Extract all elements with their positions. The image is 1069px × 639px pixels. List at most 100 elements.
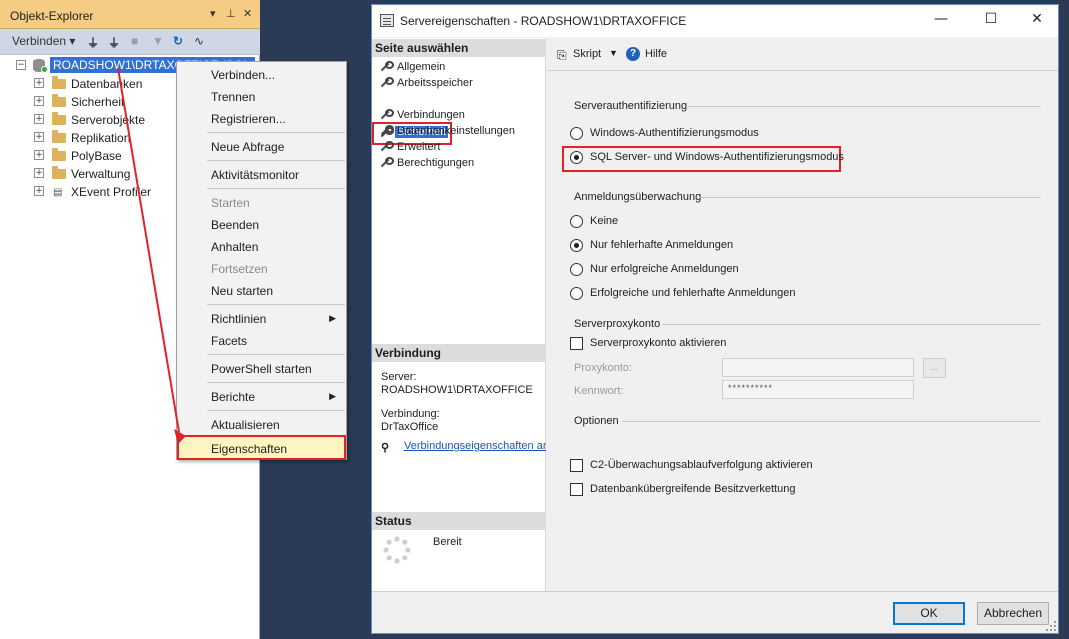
expand-icon[interactable]: +	[34, 150, 44, 160]
radio-circle	[570, 215, 583, 228]
menu-separator	[207, 160, 345, 161]
panel-dropdown-icon[interactable]: ▾	[210, 7, 216, 20]
radio-circle	[570, 263, 583, 276]
tree-node-label[interactable]: Serverobjekte	[71, 113, 145, 127]
minimize-icon[interactable]: —	[926, 11, 956, 27]
menu-item-facets[interactable]: Facets	[177, 329, 346, 351]
expand-icon[interactable]: +	[34, 78, 44, 88]
menu-item-anhalten[interactable]: Anhalten	[177, 235, 346, 257]
expand-icon[interactable]: +	[34, 132, 44, 142]
activity-icon[interactable]: ∿	[194, 34, 204, 48]
audit-failed-label[interactable]: Nur fehlerhafte Anmeldungen	[590, 239, 733, 251]
connection-value: DrTaxOffice	[381, 421, 439, 433]
menu-separator	[207, 132, 345, 133]
tree-node-label[interactable]: PolyBase	[71, 149, 122, 163]
tree-node-label[interactable]: XEvent Profiler	[71, 185, 151, 199]
disconnect-icon[interactable]: ⏚	[108, 34, 120, 51]
sql-windows-auth-label[interactable]: SQL Server- und Windows-Authentifizierun…	[590, 151, 844, 163]
proxy-password-field[interactable]: **********	[722, 380, 914, 399]
menu-item-richtlinien[interactable]: Richtlinien ▶	[177, 307, 346, 329]
connect-icon[interactable]: ⏚	[87, 34, 99, 51]
tree-node-label[interactable]: Datenbanken	[71, 77, 142, 91]
menu-item-berichte[interactable]: Berichte ▶	[177, 385, 346, 407]
connection-properties-link[interactable]: Verbindungseigenschaften anzeigen	[404, 440, 546, 452]
page-arbeitsspeicher[interactable]: Arbeitsspeicher	[380, 76, 546, 91]
page-verbindungen[interactable]: Verbindungen	[380, 108, 546, 123]
page-allgemein[interactable]: Allgemein	[380, 60, 546, 75]
menu-item-neu-starten[interactable]: Neu starten	[177, 279, 346, 301]
wrench-icon	[380, 77, 394, 88]
expand-icon[interactable]: +	[34, 168, 44, 178]
sql-windows-auth-radio[interactable]	[570, 151, 584, 165]
connect-dropdown-button[interactable]: Verbinden ▾	[12, 34, 75, 48]
audit-failed-radio[interactable]	[570, 239, 584, 253]
menu-item-neue-abfrage[interactable]: Neue Abfrage	[177, 135, 346, 157]
tree-node-label[interactable]: Verwaltung	[71, 167, 130, 181]
tree-node-label[interactable]: Sicherheit	[71, 95, 124, 109]
cross-db-chaining-checkbox[interactable]	[570, 483, 583, 496]
tree-node-label[interactable]: Replikation	[71, 131, 130, 145]
radio-circle	[570, 239, 583, 252]
cross-db-chaining-label[interactable]: Datenbankübergreifende Besitzverkettung	[590, 483, 795, 495]
windows-auth-radio[interactable]	[570, 127, 584, 141]
menu-item-registrieren[interactable]: Registrieren...	[177, 107, 346, 129]
connection-properties-icon: ⚲	[381, 442, 390, 454]
menu-item-fortsetzen: Fortsetzen	[211, 262, 268, 276]
proxy-account-field[interactable]	[722, 358, 914, 377]
maximize-icon[interactable]: ☐	[976, 11, 1006, 27]
cancel-button[interactable]: Abbrechen	[977, 602, 1049, 625]
audit-success-label[interactable]: Nur erfolgreiche Anmeldungen	[590, 263, 739, 275]
server-label: Server:	[381, 371, 417, 383]
connection-header: Verbindung	[372, 344, 546, 362]
menu-item-verbinden[interactable]: Verbinden...	[177, 63, 346, 85]
menu-item-trennen[interactable]: Trennen	[177, 85, 346, 107]
help-button[interactable]: Hilfe	[645, 48, 667, 60]
proxy-browse-button[interactable]: ...	[923, 358, 946, 378]
menu-item-beenden[interactable]: Beenden	[177, 213, 346, 235]
close-icon[interactable]: ✕	[1022, 11, 1052, 27]
options-group-label: Optionen	[574, 415, 619, 427]
group-line	[686, 106, 1041, 107]
windows-auth-label[interactable]: Windows-Authentifizierungsmodus	[590, 127, 759, 139]
filter-icon[interactable]: ▼	[152, 34, 164, 48]
audit-both-label[interactable]: Erfolgreiche und fehlerhafte Anmeldungen	[590, 287, 795, 299]
folder-icon	[52, 130, 66, 143]
audit-none-radio[interactable]	[570, 215, 584, 229]
audit-none-label[interactable]: Keine	[590, 215, 618, 227]
c2-audit-checkbox[interactable]	[570, 459, 583, 472]
page-datenbankeinstellungen[interactable]: Datenbankeinstellungen	[380, 124, 546, 139]
page-berechtigungen[interactable]: Berechtigungen	[380, 156, 546, 171]
help-icon[interactable]: ?	[626, 47, 640, 61]
menu-item-powershell-starten[interactable]: PowerShell starten	[177, 357, 346, 379]
menu-item-eigenschaften[interactable]: Eigenschaften	[177, 435, 346, 460]
resize-grip-icon[interactable]	[1046, 621, 1056, 631]
wrench-icon	[380, 157, 394, 168]
c2-audit-label[interactable]: C2-Überwachungsablaufverfolgung aktivier…	[590, 459, 813, 471]
audit-success-radio[interactable]	[570, 263, 584, 277]
script-icon[interactable]: ⎘	[557, 48, 567, 63]
ok-button[interactable]: OK	[893, 602, 965, 625]
pages-header: Seite auswählen	[372, 39, 546, 57]
script-dropdown-icon[interactable]: ▼	[609, 48, 618, 58]
script-button[interactable]: Skript	[573, 48, 601, 60]
menu-item-aktivitaetsmonitor[interactable]: Aktivitätsmonitor	[177, 163, 346, 185]
expand-icon[interactable]: +	[34, 96, 44, 106]
dialog-title-bar: Servereigenschaften - ROADSHOW1\DRTAXOFF…	[372, 5, 1058, 37]
expand-icon[interactable]: +	[34, 186, 44, 196]
proxy-enable-label[interactable]: Serverproxykonto aktivieren	[590, 337, 726, 349]
progress-spinner-icon	[383, 536, 411, 564]
refresh-icon[interactable]: ↻	[173, 34, 183, 48]
server-context-menu: Verbinden... Trennen Registrieren... Neu…	[176, 61, 347, 460]
stop-icon[interactable]: ■	[131, 34, 138, 48]
audit-both-radio[interactable]	[570, 287, 584, 301]
close-panel-icon[interactable]: ✕	[243, 7, 252, 20]
expand-icon[interactable]: +	[34, 114, 44, 124]
page-erweitert[interactable]: Erweitert	[380, 140, 546, 155]
menu-separator	[207, 354, 345, 355]
proxy-enable-checkbox[interactable]	[570, 337, 583, 350]
menu-item-aktualisieren[interactable]: Aktualisieren	[177, 413, 346, 435]
pin-icon[interactable]: ⊥	[226, 7, 236, 20]
status-header: Status	[372, 512, 546, 530]
collapse-icon[interactable]: −	[16, 60, 26, 70]
proxy-account-label: Proxykonto:	[574, 362, 633, 374]
